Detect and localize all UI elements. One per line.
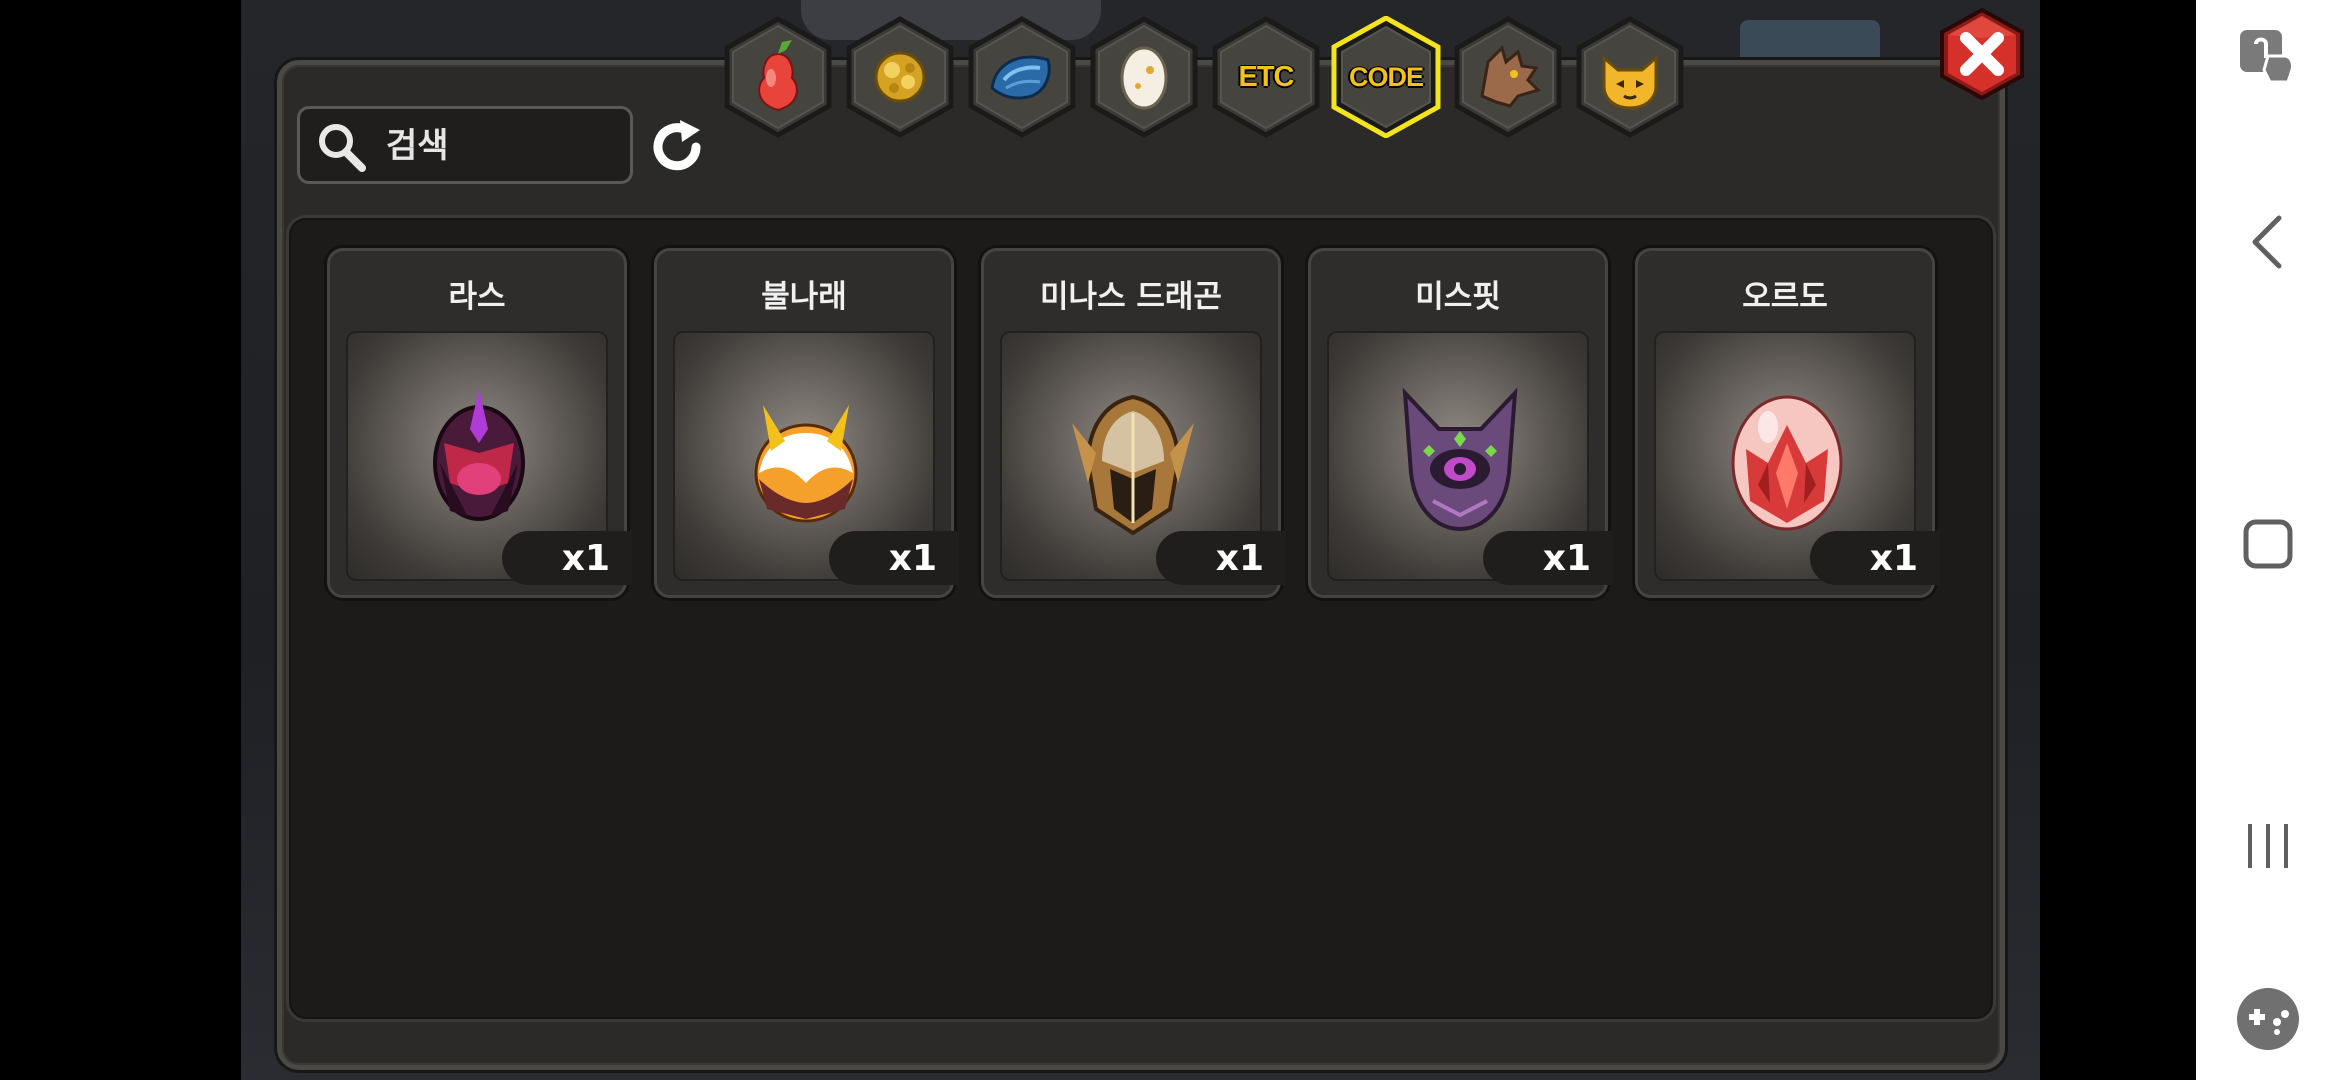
game-tools-button[interactable] — [2196, 986, 2340, 1052]
gold-ore-icon — [874, 51, 926, 103]
tab-etc[interactable]: ETC — [1210, 16, 1322, 138]
item-name: 미나스 드래곤 — [1040, 279, 1222, 315]
screen-pin-button[interactable] — [2196, 26, 2340, 90]
game-screen: ETC CODE — [0, 0, 2340, 1080]
search-icon — [319, 124, 366, 172]
recents-button[interactable] — [2196, 818, 2340, 874]
item-card[interactable]: 불나래 x1 — [654, 248, 959, 598]
item-name: 오르도 — [1742, 279, 1828, 315]
gamepad-icon — [2237, 988, 2299, 1050]
home-button[interactable] — [2196, 516, 2340, 572]
tab-etc-label: ETC — [1238, 60, 1295, 93]
tab-egg[interactable] — [1088, 16, 1200, 138]
tab-seed[interactable] — [844, 16, 956, 138]
egg-icon — [1120, 46, 1168, 110]
search-box[interactable] — [297, 106, 633, 184]
back-chevron-icon — [2252, 215, 2282, 269]
cat-face-icon — [1602, 54, 1658, 110]
tab-fruit[interactable] — [722, 16, 834, 138]
dragon-head-icon — [1480, 45, 1541, 108]
system-navigation-bar — [2196, 0, 2340, 1080]
tab-code-label: CODE — [1348, 61, 1424, 92]
refresh-button[interactable] — [646, 116, 708, 178]
item-count: x1 — [1156, 531, 1286, 585]
item-name: 미스핏 — [1415, 279, 1501, 315]
tab-code[interactable]: CODE — [1330, 16, 1442, 138]
item-card[interactable]: 라스 x1 — [327, 248, 632, 598]
item-count: x1 — [1483, 531, 1613, 585]
tab-cat[interactable] — [1574, 16, 1686, 138]
item-card[interactable]: 미나스 드래곤 x1 — [981, 248, 1286, 598]
item-count: x1 — [829, 531, 959, 585]
item-count: x1 — [502, 531, 632, 585]
item-name: 불나래 — [761, 279, 847, 315]
pear-icon — [758, 40, 798, 112]
item-name: 라스 — [448, 279, 506, 315]
recents-lines-icon — [2248, 824, 2288, 868]
back-button[interactable] — [2196, 210, 2340, 274]
item-count: x1 — [1810, 531, 1940, 585]
tab-dragon[interactable] — [1452, 16, 1564, 138]
item-card[interactable]: 오르도 x1 — [1635, 248, 1940, 598]
search-input[interactable] — [384, 119, 618, 173]
home-square-icon — [2243, 519, 2293, 569]
close-button[interactable] — [1938, 8, 2026, 100]
tab-scale[interactable] — [966, 16, 1078, 138]
item-card[interactable]: 미스핏 x1 — [1308, 248, 1613, 598]
background-decoration — [1740, 20, 1880, 64]
blue-scale-icon — [990, 55, 1051, 100]
touch-lock-icon — [2240, 30, 2294, 84]
